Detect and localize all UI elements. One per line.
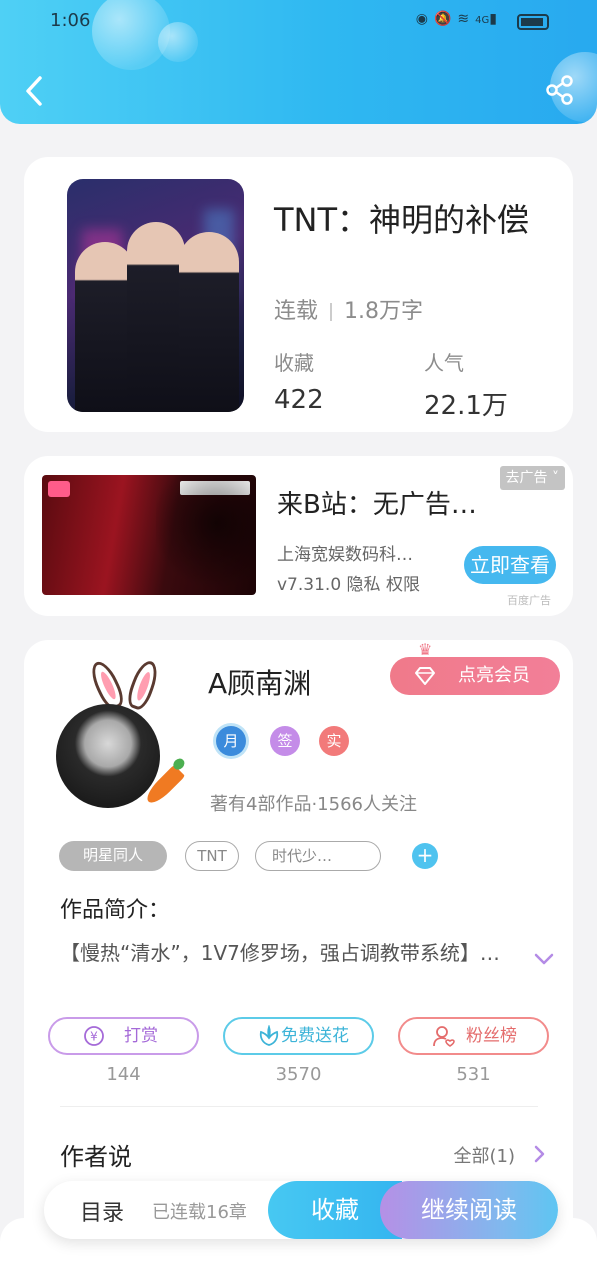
badge-verified[interactable]: 实 (319, 726, 349, 756)
ad-image-shade (156, 475, 256, 595)
tag-chip[interactable]: 明星同人 (59, 841, 167, 871)
vip-button[interactable]: 点亮会员 (390, 657, 560, 695)
ad-cta-button[interactable]: 立即查看 (464, 546, 556, 584)
chevron-right-icon[interactable] (533, 1144, 545, 1164)
chevron-down-icon: ˅ (547, 470, 559, 486)
vip-label: 点亮会员 (458, 665, 530, 686)
add-tag-button[interactable]: + (412, 843, 438, 869)
decor-bubble (158, 22, 198, 62)
tag-chip[interactable]: TNT (185, 841, 239, 871)
author-avatar-frame[interactable] (54, 657, 194, 810)
remove-ad-button[interactable]: 去广告 ˅ (499, 466, 565, 490)
send-flower-label: 免费送花 (281, 1026, 349, 1046)
tag-chip[interactable]: 时代少… (255, 841, 381, 871)
chevron-down-icon[interactable] (534, 952, 554, 966)
author-stats: 著有4部作品·1566人关注 (210, 794, 417, 815)
book-word-count: 1.8万字 (344, 299, 424, 324)
badge-signed[interactable]: 签 (270, 726, 300, 756)
toc-chapter-count[interactable]: 已连载16章 (152, 1198, 247, 1224)
book-title: TNT：神明的补偿 (274, 201, 530, 239)
stat-label-collect: 收藏 (274, 351, 314, 375)
badge-monthly[interactable]: 月 (216, 726, 246, 756)
status-icons: ◉🔕≋4G▮ (416, 11, 503, 27)
chevron-left-icon (26, 76, 42, 106)
network-label: 4G (475, 15, 490, 26)
cover-figure (179, 232, 239, 412)
fans-icon (433, 1026, 455, 1047)
top-header: 1:06 ◉🔕≋4G▮ (0, 0, 597, 124)
ad-title: 来B站：无广告… (277, 490, 477, 520)
cover-figure (75, 242, 135, 412)
ad-image[interactable] (42, 475, 256, 595)
intro-text[interactable]: 【慢热“清水”，1V7修罗场，强占调教带系统】… (60, 938, 520, 968)
wifi-icon: ≋ (457, 11, 476, 27)
author-saying-title: 作者说 (60, 1143, 132, 1171)
ad-source-tag: 百度广告 (507, 594, 551, 607)
book-status: 连载 (274, 299, 319, 324)
share-button[interactable] (545, 74, 575, 106)
book-info-card: TNT：神明的补偿 连载 1.8万字 收藏 422 人气 22.1万 (24, 157, 573, 432)
stat-value-popularity: 22.1万 (424, 391, 508, 421)
fans-rank-button[interactable]: 粉丝榜 (398, 1017, 549, 1055)
author-saying-all-link[interactable]: 全部(1) (454, 1142, 516, 1168)
ad-card[interactable]: 去广告 ˅ 来B站：无广告… 上海宽娱数码科… v7.31.0 隐私 权限 立即… (24, 456, 573, 616)
ad-company: 上海宽娱数码科… (277, 545, 413, 565)
bunny-ear-decor (124, 657, 162, 713)
stat-label-popularity: 人气 (424, 351, 464, 375)
continue-reading-button[interactable]: 继续阅读 (380, 1181, 558, 1239)
author-name[interactable]: A顾南渊 (208, 662, 311, 702)
send-flower-button[interactable]: 免费送花 (223, 1017, 374, 1055)
stat-value-collect: 422 (274, 385, 324, 415)
flower-count: 3570 (275, 1064, 322, 1085)
diamond-icon (415, 667, 435, 685)
avatar[interactable] (56, 704, 160, 808)
signal-icon: ▮ (489, 11, 503, 27)
book-meta: 连载 1.8万字 (274, 293, 423, 325)
ad-logo (48, 481, 70, 497)
fans-count: 531 (456, 1064, 491, 1085)
battery-icon (517, 14, 549, 30)
reward-count: 144 (106, 1064, 141, 1085)
ad-version-line[interactable]: v7.31.0 隐私 权限 (277, 570, 420, 595)
meta-divider (330, 303, 333, 321)
divider (60, 1106, 538, 1107)
bottom-action-bar: 目录 已连载16章 收藏 继续阅读 (44, 1181, 558, 1239)
book-cover[interactable] (67, 179, 244, 412)
mute-icon: 🔕 (433, 11, 458, 27)
remove-ad-label: 去广告 (505, 470, 548, 486)
eye-icon: ◉ (415, 11, 434, 27)
reward-button[interactable]: ¥ 打赏 (48, 1017, 199, 1055)
intro-title: 作品简介： (60, 898, 171, 923)
reward-label: 打赏 (124, 1026, 158, 1046)
svg-text:¥: ¥ (90, 1030, 98, 1044)
status-time: 1:06 (50, 10, 91, 31)
yen-icon: ¥ (84, 1026, 104, 1046)
back-button[interactable] (20, 72, 50, 110)
cover-figure (127, 222, 185, 412)
share-icon (546, 75, 573, 105)
flower-icon (259, 1025, 279, 1046)
fans-rank-label: 粉丝榜 (466, 1026, 517, 1046)
toc-button[interactable]: 目录 (80, 1195, 124, 1227)
